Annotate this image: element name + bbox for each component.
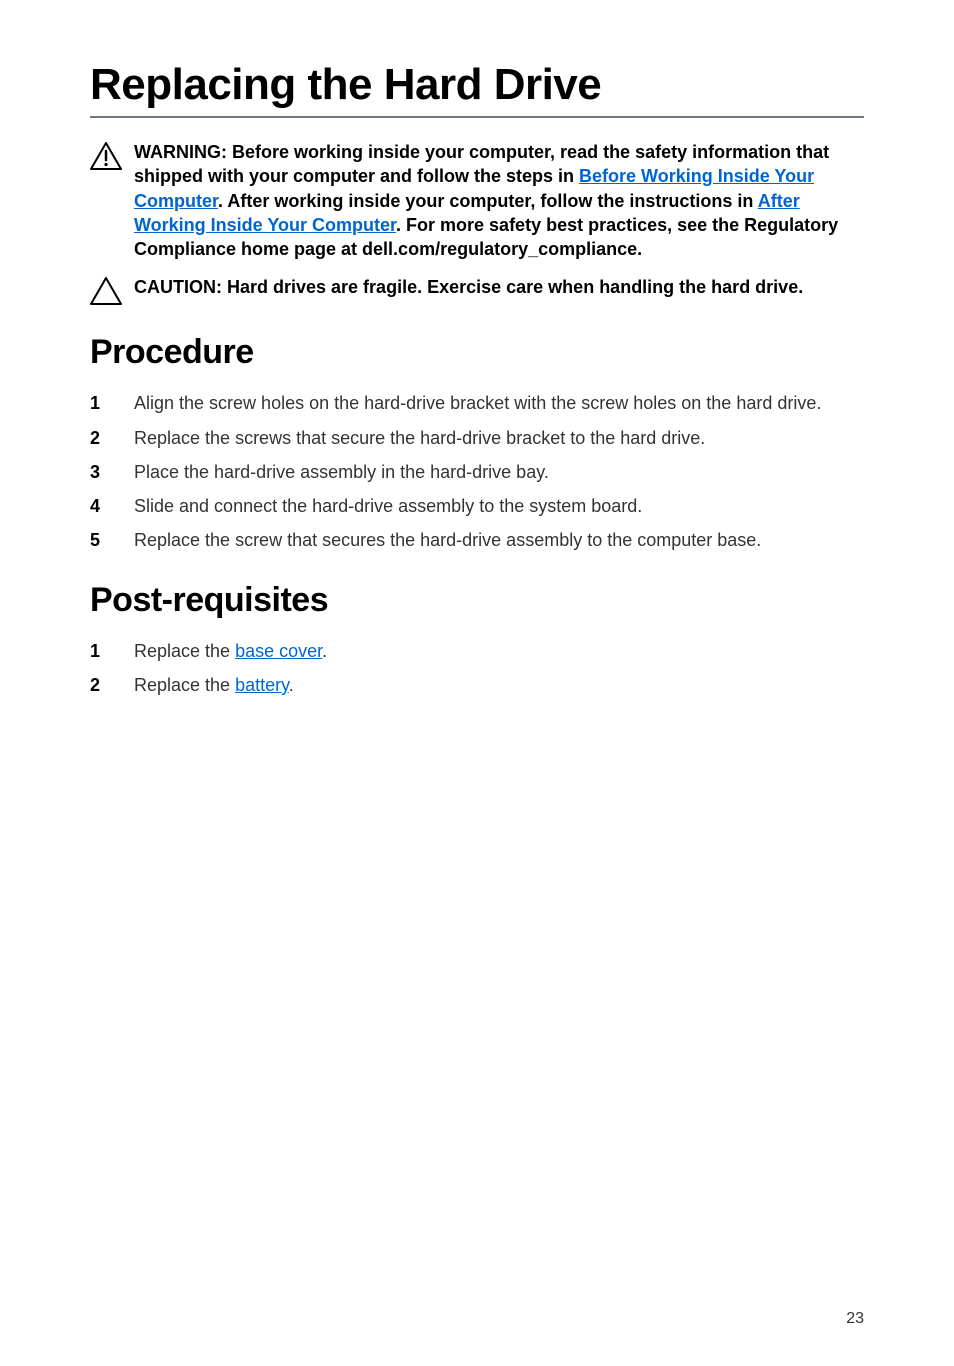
warning-text: WARNING: Before working inside your comp… [134, 140, 864, 261]
warning-text-part2: . After working inside your computer, fo… [218, 191, 758, 211]
list-item: Place the hard-drive assembly in the har… [90, 459, 864, 485]
list-item: Replace the screws that secure the hard-… [90, 425, 864, 451]
procedure-list: Align the screw holes on the hard-drive … [90, 390, 864, 552]
caution-text: CAUTION: Hard drives are fragile. Exerci… [134, 275, 864, 299]
post-requisites-list: Replace the base cover. Replace the batt… [90, 638, 864, 698]
postreq-text-post: . [289, 675, 294, 695]
list-item: Align the screw holes on the hard-drive … [90, 390, 864, 416]
caution-icon [90, 275, 134, 305]
page-number: 23 [846, 1310, 864, 1328]
document-page: Replacing the Hard Drive WARNING: Before… [0, 0, 954, 1366]
postreq-text-pre: Replace the [134, 641, 235, 661]
postreq-text-post: . [322, 641, 327, 661]
warning-block: WARNING: Before working inside your comp… [90, 140, 864, 261]
warning-icon [90, 140, 134, 170]
list-item: Slide and connect the hard-drive assembl… [90, 493, 864, 519]
postreq-text-pre: Replace the [134, 675, 235, 695]
list-item: Replace the battery. [90, 672, 864, 698]
list-item: Replace the base cover. [90, 638, 864, 664]
post-requisites-heading: Post-requisites [90, 581, 864, 620]
link-battery[interactable]: battery [235, 675, 289, 695]
list-item: Replace the screw that secures the hard-… [90, 527, 864, 553]
link-base-cover[interactable]: base cover [235, 641, 322, 661]
procedure-heading: Procedure [90, 333, 864, 372]
page-title: Replacing the Hard Drive [90, 60, 864, 110]
caution-block: CAUTION: Hard drives are fragile. Exerci… [90, 275, 864, 305]
title-divider [90, 116, 864, 118]
